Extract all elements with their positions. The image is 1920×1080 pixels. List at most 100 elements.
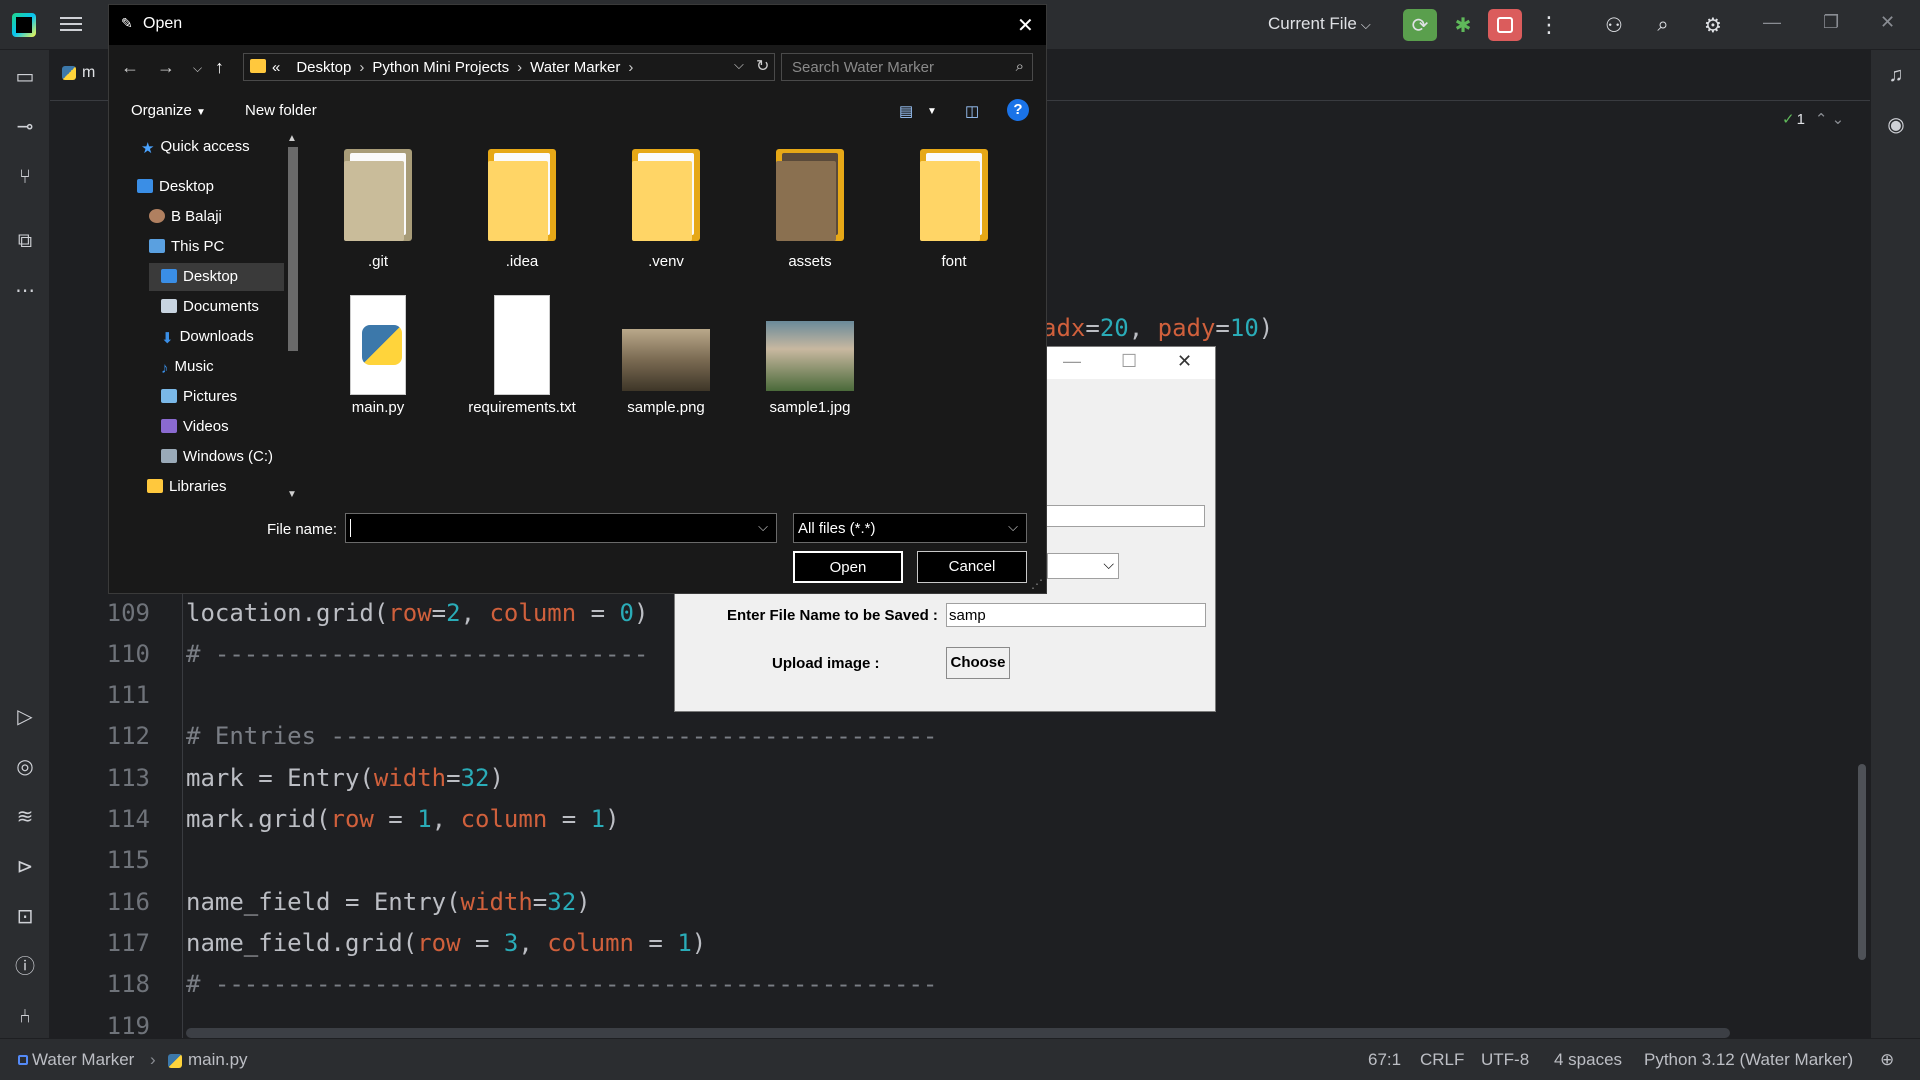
notifications-bell-icon[interactable]: ♫	[1883, 62, 1909, 88]
breadcrumb-chevron-icon[interactable]: ›	[628, 59, 633, 76]
file-item-sample-png[interactable]: sample.png	[607, 295, 725, 416]
tk-minimize-button[interactable]: —	[1063, 351, 1081, 372]
file-name-entry[interactable]: samp	[946, 603, 1206, 627]
commit-icon[interactable]: ⊸	[12, 114, 38, 140]
breadcrumb-chevron-icon[interactable]: ›	[517, 59, 522, 76]
forward-arrow-icon[interactable]: →	[157, 57, 175, 78]
file-type-select[interactable]: All files (*.*) ⌵	[793, 513, 1027, 543]
close-window-button[interactable]: ✕	[1880, 12, 1895, 33]
nav-item-pictures[interactable]: Pictures	[161, 383, 237, 411]
back-arrow-icon[interactable]: ←	[121, 57, 139, 78]
location-dropdown[interactable]: ⌵	[1047, 553, 1119, 579]
breadcrumb-desktop[interactable]: Desktop	[296, 59, 351, 76]
search-everywhere-button[interactable]: ⌕	[1646, 9, 1680, 41]
refresh-icon[interactable]: ↻	[756, 56, 769, 76]
read-only-lock-icon[interactable]: ⊕	[1880, 1050, 1894, 1070]
tk-close-button[interactable]: ✕	[1177, 351, 1192, 372]
file-item-assets[interactable]: assets	[751, 149, 869, 270]
more-tools-icon[interactable]: ⋯	[12, 278, 38, 304]
nav-item-this-pc[interactable]: This PC	[149, 233, 224, 261]
restore-window-button[interactable]: ❐	[1823, 12, 1839, 33]
settings-button[interactable]: ⚙	[1696, 9, 1730, 41]
nav-item-desktop-root[interactable]: Desktop	[137, 173, 214, 201]
file-item-git[interactable]: .git	[319, 149, 437, 270]
breadcrumb-overflow[interactable]: «	[272, 59, 280, 76]
python-console-icon[interactable]: ◎	[12, 754, 38, 780]
nav-item-documents[interactable]: Documents	[161, 293, 259, 321]
new-folder-button[interactable]: New folder	[245, 102, 317, 119]
file-item-sample1-jpg[interactable]: sample1.jpg	[751, 295, 869, 416]
file-item-idea[interactable]: .idea	[463, 149, 581, 270]
python-interpreter[interactable]: Python 3.12 (Water Marker)	[1644, 1050, 1853, 1070]
dialog-footer: File name: ⌵ All files (*.*) ⌵ Open Canc…	[109, 503, 1046, 593]
vertical-scrollbar[interactable]	[1858, 764, 1866, 960]
breadcrumb-python-mini-projects[interactable]: Python Mini Projects	[372, 59, 509, 76]
search-input[interactable]: Search Water Marker ⌕	[781, 53, 1033, 81]
scrollbar-thumb[interactable]	[288, 147, 298, 351]
git-icon[interactable]: ⑃	[12, 1004, 38, 1030]
nav-item-videos[interactable]: Videos	[161, 413, 229, 441]
address-bar[interactable]: « Desktop › Python Mini Projects › Water Mark…	[243, 53, 775, 81]
editor-tab-main-py[interactable]: m	[62, 64, 95, 82]
choose-image-button[interactable]: Choose	[946, 647, 1010, 679]
nav-item-desktop[interactable]: Desktop	[149, 263, 284, 291]
project-folder-icon[interactable]: ▭	[12, 64, 38, 90]
dialog-close-button[interactable]: ✕	[1017, 13, 1034, 38]
horizontal-scrollbar[interactable]	[186, 1028, 1730, 1038]
pull-requests-icon[interactable]: ⑂	[12, 164, 38, 190]
help-button[interactable]: ?	[1007, 99, 1029, 121]
nav-item-libraries[interactable]: Libraries	[147, 473, 227, 501]
file-item-font[interactable]: font	[895, 149, 1013, 270]
run-tool-icon[interactable]: ▷	[12, 704, 38, 730]
structure-icon[interactable]: ⧉	[12, 228, 38, 254]
resize-grip-icon[interactable]: ⋰	[1031, 577, 1043, 591]
cancel-button[interactable]: Cancel	[917, 551, 1027, 583]
more-actions-button[interactable]: ⋮	[1532, 9, 1566, 41]
open-button[interactable]: Open	[793, 551, 903, 583]
stop-button[interactable]	[1488, 9, 1522, 41]
tk-maximize-button[interactable]: ☐	[1121, 351, 1137, 372]
watermark-text-entry[interactable]	[1043, 505, 1205, 527]
nav-item-quick-access[interactable]: ★ Quick access	[141, 133, 250, 161]
navigate-arrows-icon[interactable]: ⌃ ⌄	[1815, 111, 1844, 128]
breadcrumb-file[interactable]: main.py	[168, 1050, 248, 1070]
line-separator[interactable]: CRLF	[1420, 1050, 1464, 1070]
organize-button[interactable]: Organize ▼	[131, 102, 206, 119]
caret-position[interactable]: 67:1	[1368, 1050, 1401, 1070]
file-item-requirements[interactable]: requirements.txt	[463, 295, 581, 416]
nav-item-music[interactable]: ♪ Music	[161, 353, 214, 381]
file-name-input[interactable]: ⌵	[345, 513, 777, 543]
problems-icon[interactable]: ⓘ	[12, 954, 38, 980]
nav-item-windows-c[interactable]: Windows (C:)	[161, 443, 273, 471]
nav-item-downloads[interactable]: ⬇ Downloads	[161, 323, 254, 351]
scroll-down-icon[interactable]: ▼	[287, 489, 297, 500]
code-with-me-button[interactable]: ⚇	[1597, 9, 1631, 41]
minimize-window-button[interactable]: —	[1763, 12, 1781, 33]
nav-pane-scrollbar[interactable]: ▲ ▼	[284, 131, 302, 503]
file-encoding[interactable]: UTF-8	[1481, 1050, 1529, 1070]
terminal-icon[interactable]: ⊡	[12, 904, 38, 930]
rerun-button[interactable]: ⟳	[1403, 9, 1437, 41]
python-packages-icon[interactable]: ≋	[12, 804, 38, 830]
chevron-down-icon[interactable]: ⌵	[758, 519, 768, 535]
up-arrow-icon[interactable]: ↑	[215, 57, 224, 78]
ai-assistant-icon[interactable]: ◉	[1883, 112, 1909, 138]
file-item-main-py[interactable]: main.py	[319, 295, 437, 416]
breadcrumb-project[interactable]: Water Marker	[18, 1050, 134, 1070]
debug-button[interactable]: ✱	[1446, 9, 1480, 41]
file-item-venv[interactable]: .venv	[607, 149, 725, 270]
indent-setting[interactable]: 4 spaces	[1554, 1050, 1622, 1070]
change-view-icon[interactable]: ▤	[899, 102, 913, 120]
nav-item-user[interactable]: B Balaji	[149, 203, 222, 231]
recent-locations-chevron-icon[interactable]: ⌵	[193, 61, 202, 76]
view-options-caret-icon[interactable]: ▼	[927, 106, 937, 117]
address-history-chevron-icon[interactable]: ⌵	[734, 57, 744, 73]
preview-pane-icon[interactable]: ◫	[965, 102, 979, 120]
run-configuration-selector[interactable]: Current File ⌵	[1268, 14, 1371, 34]
main-menu-icon[interactable]	[60, 14, 82, 34]
inspection-widget[interactable]: ✓ 1 ⌃ ⌄	[1782, 110, 1844, 128]
scroll-up-icon[interactable]: ▲	[287, 133, 297, 144]
services-icon[interactable]: ⊳	[12, 854, 38, 880]
breadcrumb-chevron-icon[interactable]: ›	[359, 59, 364, 76]
breadcrumb-water-marker[interactable]: Water Marker	[530, 59, 620, 76]
